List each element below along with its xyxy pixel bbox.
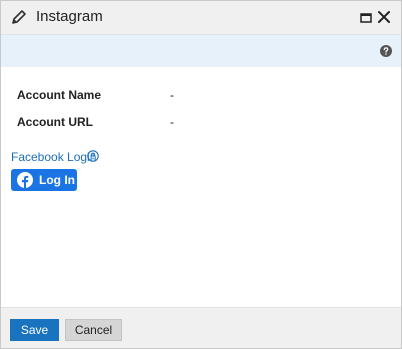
cancel-button[interactable]: Cancel — [65, 319, 122, 341]
dialog-title: Instagram — [36, 8, 103, 25]
question-outline-icon[interactable] — [87, 150, 99, 162]
facebook-login-button[interactable]: Log In — [11, 169, 77, 191]
instagram-dialog: Instagram Account Name - Account URL - F… — [0, 0, 402, 349]
account-url-label: Account URL — [17, 115, 93, 129]
facebook-login-button-label: Log In — [39, 173, 75, 187]
pencil-icon — [12, 10, 26, 24]
info-bar — [1, 35, 401, 67]
facebook-login-label: Facebook Login — [11, 150, 97, 164]
close-icon[interactable] — [377, 10, 391, 24]
facebook-logo-icon — [17, 172, 33, 188]
account-name-label: Account Name — [17, 88, 102, 102]
maximize-icon[interactable] — [359, 11, 373, 25]
account-url-value: - — [170, 115, 174, 129]
dialog-titlebar: Instagram — [1, 1, 401, 35]
save-button[interactable]: Save — [10, 319, 59, 341]
account-name-value: - — [170, 88, 174, 102]
question-circle-icon[interactable] — [380, 45, 392, 57]
dialog-footer: Save Cancel — [1, 307, 401, 348]
